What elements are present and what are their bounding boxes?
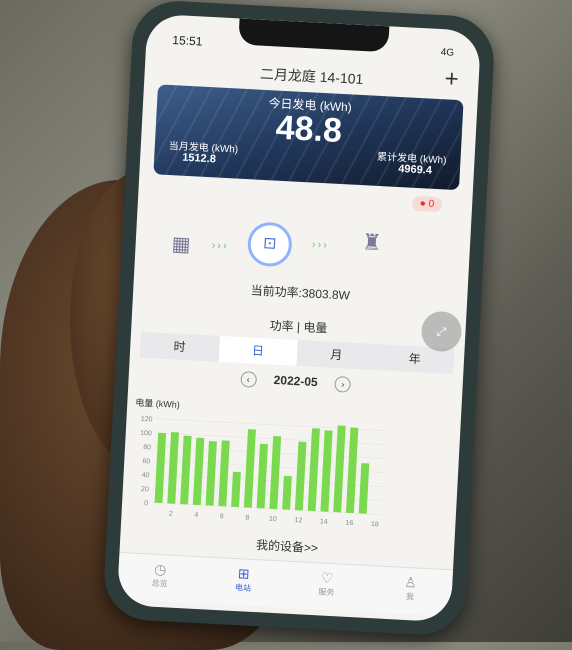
y-tick-label: 20 [141,486,149,493]
inverter-icon[interactable]: ⊡ [247,221,293,267]
bar [155,433,167,503]
bar [295,442,307,511]
nav-overview[interactable]: ◷总览 [117,553,203,603]
y-tick-label: 100 [140,430,152,438]
x-tick-label: 2 [169,510,173,517]
y-tick-label: 80 [143,444,151,451]
signal-indicator: 4G [440,47,454,59]
solar-panel-icon: ▦ [171,231,191,257]
month-value: 1512.8 [182,152,216,166]
bar [320,430,332,512]
bar [206,441,217,506]
bar [231,472,241,507]
y-tick-label: 40 [142,472,150,479]
nav-service[interactable]: ♡服务 [284,562,370,612]
energy-flow: ▦ ››› ⊡ ››› ♜ [134,209,471,286]
bar [257,444,268,509]
flow-arrows-icon: ››› [312,239,330,252]
screen: 15:51 4G 二月龙庭 14-101 + 今日发电 (kWh) 48.8 当… [117,14,482,623]
x-tick-label: 6 [220,513,224,520]
nav-service-label: 服务 [318,587,334,597]
flow-arrows-icon: ››› [211,239,229,252]
next-date-button[interactable]: › [335,376,352,393]
bar [359,463,370,514]
x-tick-label: 12 [294,517,302,524]
nav-me-label: 我 [406,592,414,601]
bottom-nav: ◷总览 ⊞电站 ♡服务 ♙我 [117,552,453,616]
bar [333,425,345,512]
bar [180,436,192,505]
bar [269,436,281,509]
x-tick-label: 16 [345,520,353,527]
heart-icon: ♡ [285,568,369,589]
x-tick-label: 10 [269,516,277,523]
energy-bar-chart: 电量 (kWh) 0 20 40 60 80 100 120 2 4 6 8 10 12 14 16 18 [127,391,395,535]
tab-hour[interactable]: 时 [140,332,220,362]
y-tick-label: 0 [144,500,148,507]
prev-date-button[interactable]: ‹ [240,371,257,388]
clock-icon: ◷ [118,559,202,580]
add-button[interactable]: + [444,65,459,94]
bar [244,429,256,508]
tab-day[interactable]: 日 [218,336,298,366]
nav-overview-label: 总览 [151,579,167,589]
bar [346,427,358,513]
alarm-count: 0 [428,199,434,210]
phone: 15:51 4G 二月龙庭 14-101 + 今日发电 (kWh) 48.8 当… [102,0,496,637]
x-tick-label: 18 [371,521,379,528]
alarm-badge[interactable]: ● 0 [411,196,442,213]
date-label: 2022-05 [273,373,318,389]
y-axis-label: 电量 (kWh) [135,397,180,410]
y-tick-label: 60 [142,458,150,465]
total-value: 4969.4 [398,163,432,177]
bar [167,432,179,504]
nav-station[interactable]: ⊞电站 [200,557,286,607]
bar [282,476,292,510]
status-time: 15:51 [172,33,203,49]
station-title[interactable]: 二月龙庭 14-101 [260,66,364,87]
x-tick-label: 8 [245,514,249,521]
x-tick-label: 4 [194,512,198,519]
bar [193,438,204,506]
station-icon: ⊞ [202,563,286,584]
tab-month[interactable]: 月 [296,340,376,370]
x-tick-label: 14 [320,518,328,525]
nav-station-label: 电站 [235,583,251,593]
person-icon: ♙ [368,572,452,593]
nav-me[interactable]: ♙我 [367,566,453,616]
generation-banner: 今日发电 (kWh) 48.8 当月发电 (kWh) 1512.8 累计发电 (… [153,84,463,190]
grid-tower-icon: ♜ [361,229,382,256]
y-tick-label: 120 [141,416,153,424]
